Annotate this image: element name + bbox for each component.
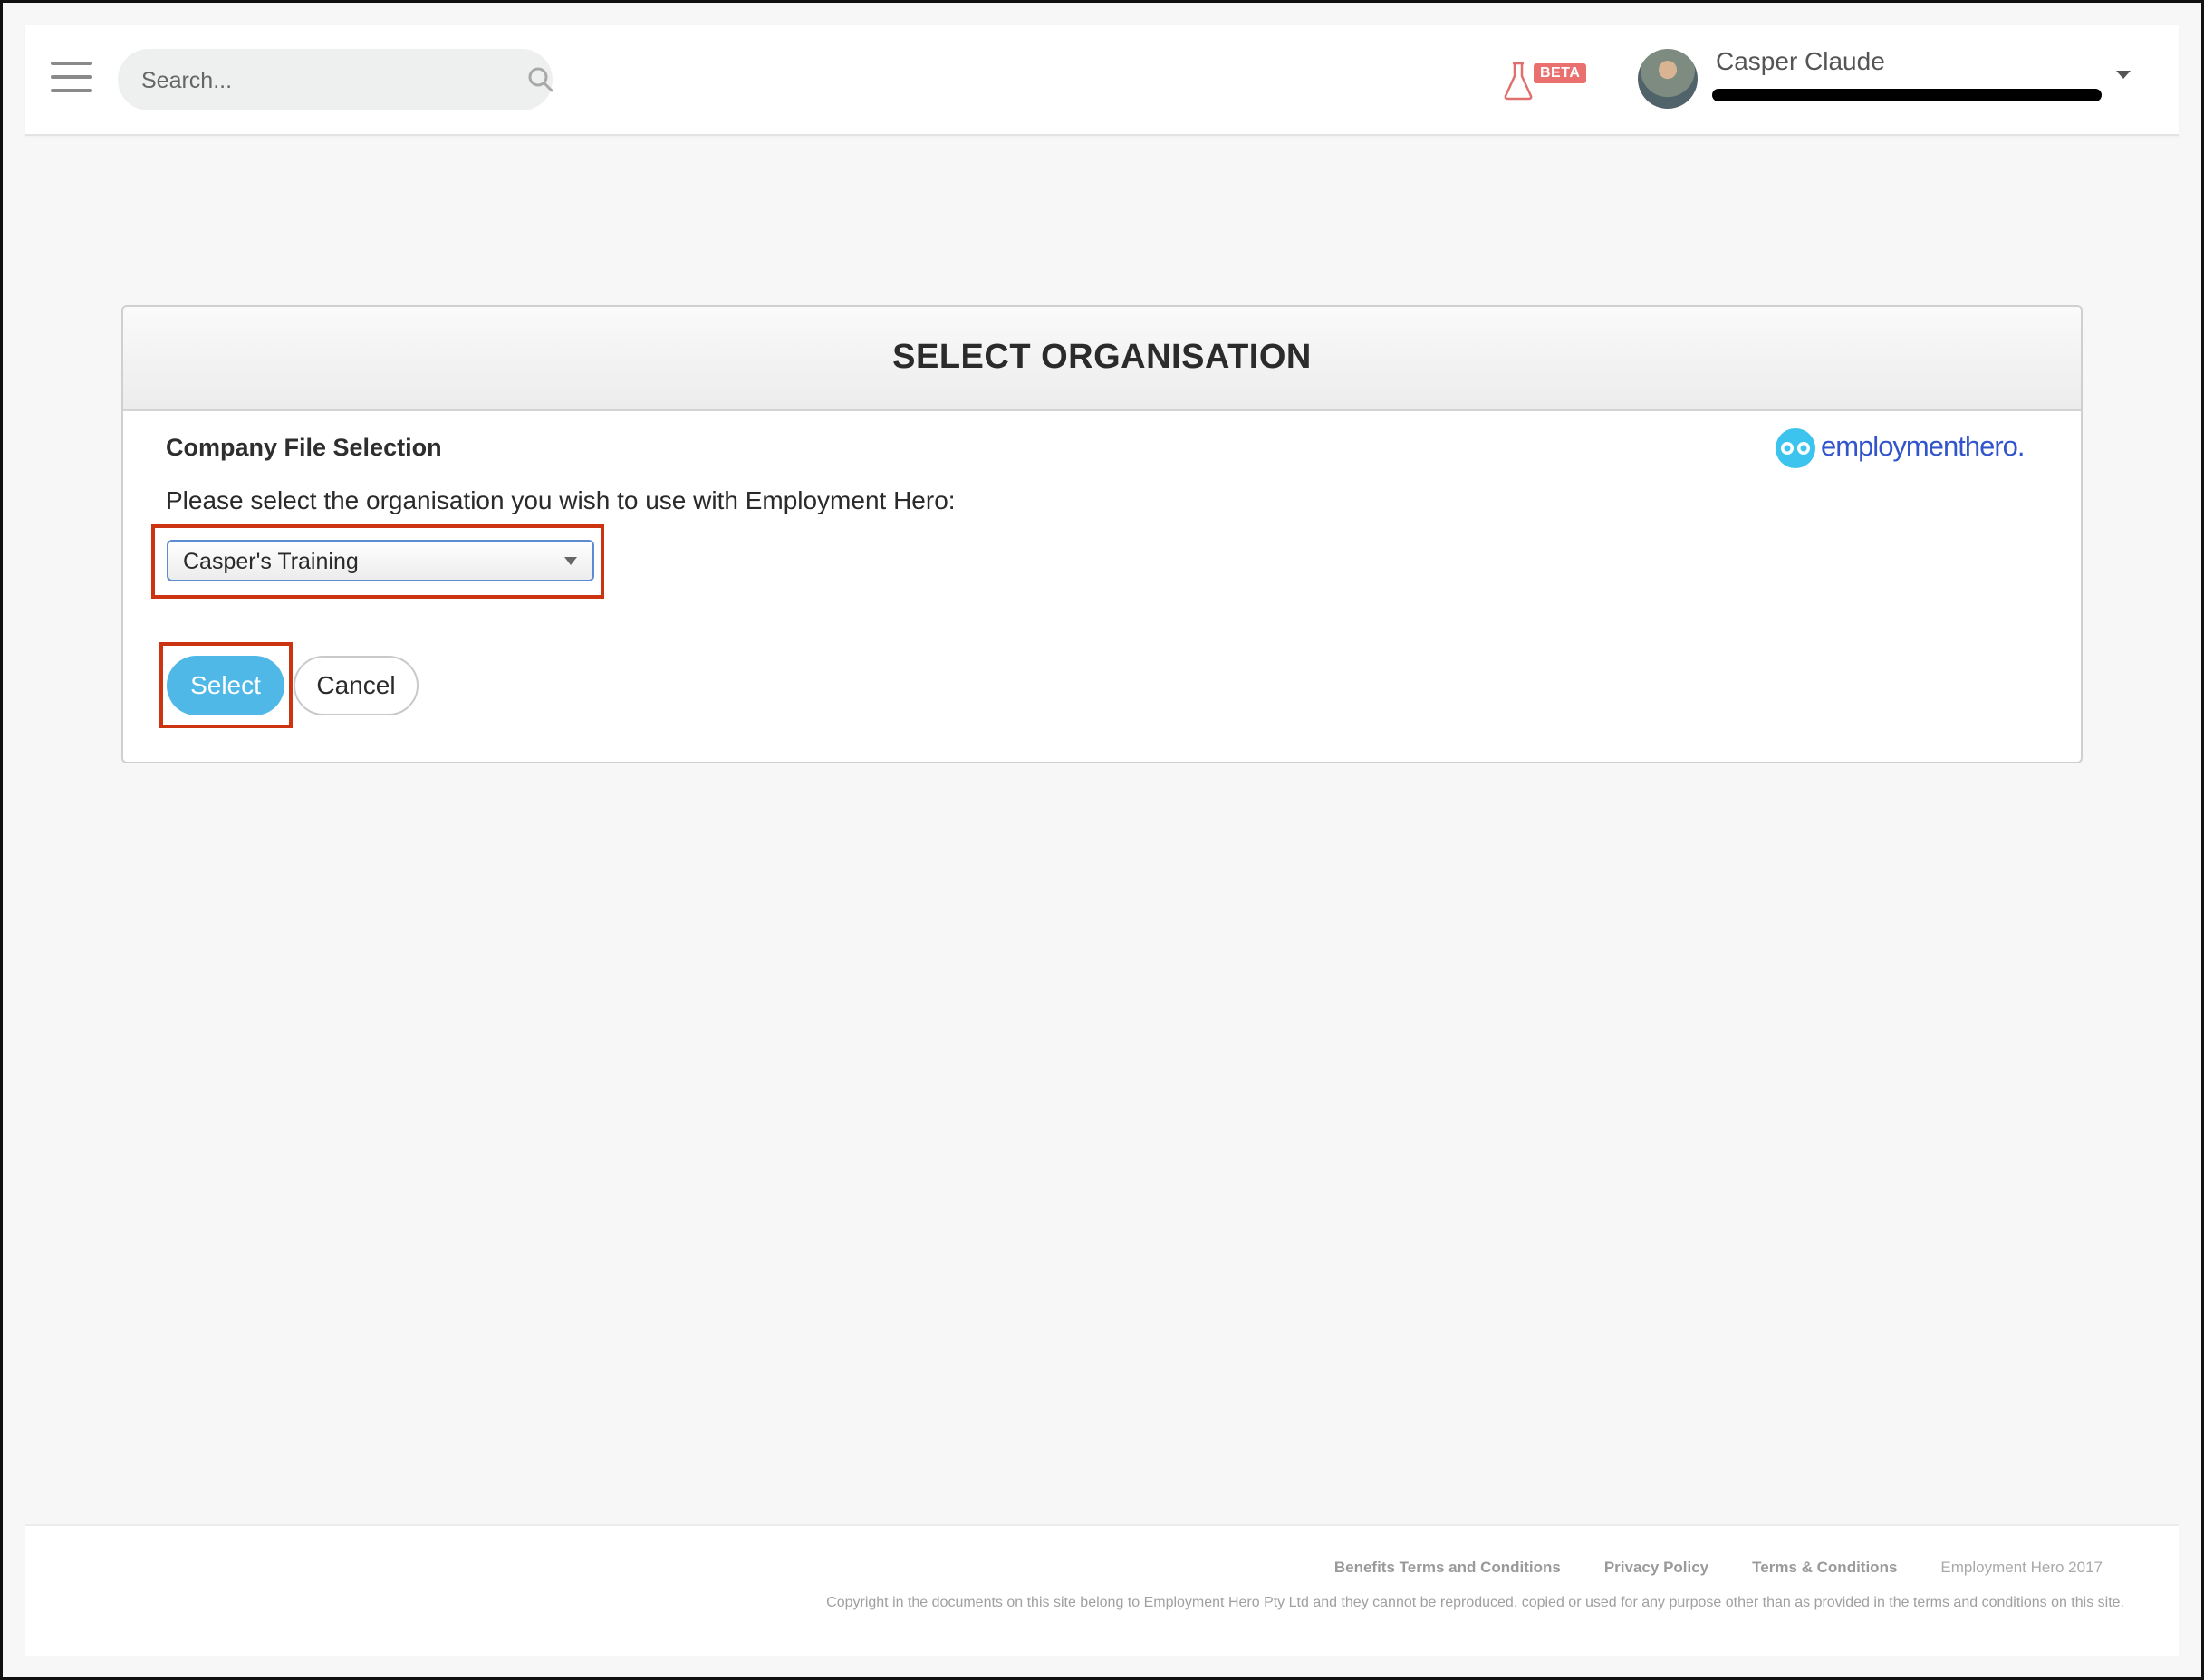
- page-footer: Benefits Terms and Conditions Privacy Po…: [25, 1524, 2179, 1656]
- beta-features-toggle[interactable]: BETA: [1502, 58, 1611, 103]
- company-file-selection-label: Company File Selection: [166, 434, 442, 461]
- employment-hero-logo: employmenthero.: [1774, 425, 2045, 472]
- footer-link-privacy-policy[interactable]: Privacy Policy: [1604, 1559, 1708, 1577]
- redacted-email-bar: [1712, 89, 2102, 101]
- panel-header: SELECT ORGANISATION: [123, 307, 2081, 411]
- user-avatar[interactable]: [1638, 49, 1698, 109]
- top-navigation-bar: BETA Casper Claude: [25, 25, 2179, 136]
- organisation-dropdown[interactable]: Casper's Training: [167, 540, 594, 581]
- employment-hero-wordmark: employmenthero.: [1821, 430, 2026, 462]
- search-icon[interactable]: [526, 65, 555, 94]
- select-button[interactable]: Select: [167, 656, 284, 715]
- employment-hero-logo-icon: [1776, 428, 1815, 468]
- search-input[interactable]: [140, 49, 487, 112]
- cancel-button[interactable]: Cancel: [294, 656, 419, 715]
- footer-link-benefits-terms[interactable]: Benefits Terms and Conditions: [1334, 1559, 1561, 1577]
- hamburger-menu-icon[interactable]: [51, 62, 92, 92]
- select-organisation-panel: SELECT ORGANISATION Company File Selecti…: [121, 305, 2083, 763]
- instruction-text: Please select the organisation you wish …: [166, 486, 956, 514]
- footer-links: Benefits Terms and Conditions Privacy Po…: [1334, 1559, 2103, 1577]
- panel-title: SELECT ORGANISATION: [892, 338, 1312, 376]
- footer-link-terms-conditions[interactable]: Terms & Conditions: [1752, 1559, 1897, 1577]
- organisation-dropdown-value: Casper's Training: [183, 549, 359, 574]
- user-menu-chevron-down-icon[interactable]: [2116, 71, 2131, 79]
- footer-year-text: Employment Hero 2017: [1940, 1559, 2103, 1576]
- dropdown-arrow-icon: [564, 557, 577, 565]
- footer-copyright: Copyright in the documents on this site …: [826, 1595, 2124, 1610]
- beta-badge: BETA: [1534, 63, 1587, 83]
- flask-icon: [1504, 62, 1533, 101]
- user-name[interactable]: Casper Claude: [1716, 47, 1885, 76]
- search-bar: [118, 49, 555, 112]
- screenshot-frame: [0, 0, 2204, 1680]
